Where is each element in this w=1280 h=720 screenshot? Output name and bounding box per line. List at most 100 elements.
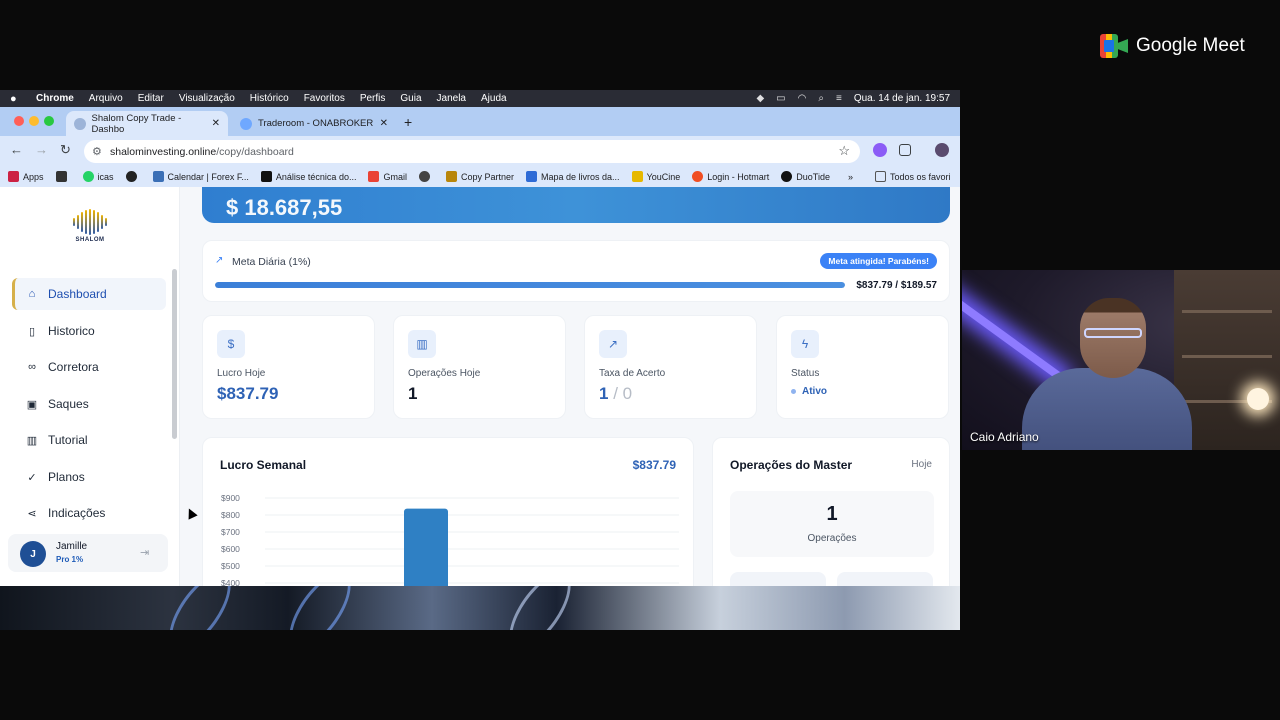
bookmark-duotide[interactable]: DuoTide <box>781 171 830 182</box>
link-icon: ∞ <box>28 361 36 373</box>
bookmark-star-icon[interactable]: ☆ <box>838 143 850 159</box>
shalom-logo[interactable]: SHALOM <box>68 209 112 249</box>
clipboard-icon: ▯ <box>28 325 36 338</box>
participant-video-tile[interactable]: Caio Adriano <box>962 270 1280 450</box>
bookmark-gear[interactable] <box>418 171 434 182</box>
browser-toolbar: ← → ↻ ⚙ shalominvesting.online/copy/dash… <box>0 136 960 166</box>
hotmart-icon <box>692 171 704 182</box>
globe-icon <box>125 171 137 182</box>
profile-avatar-icon[interactable] <box>935 143 949 157</box>
bookmark-hotmart[interactable]: Login - Hotmart <box>692 171 769 182</box>
stat-label: Operações Hoje <box>408 368 481 379</box>
user-name: Jamille <box>56 541 88 552</box>
menu-bar-datetime[interactable]: Qua. 14 de jan. 19:57 <box>854 93 950 104</box>
menu-guia[interactable]: Guia <box>400 93 421 104</box>
bookmark-copy-partner[interactable]: Copy Partner <box>445 171 514 182</box>
menu-visualizacao[interactable]: Visualização <box>179 93 235 104</box>
extensions-puzzle-icon[interactable] <box>899 144 911 156</box>
bookmark-icas[interactable]: icas <box>82 171 114 182</box>
battery-icon[interactable]: ▭ <box>776 93 785 104</box>
bookmark-gmail[interactable]: Gmail <box>368 171 407 182</box>
status-dot <box>791 389 796 394</box>
menu-historico[interactable]: Histórico <box>250 93 289 104</box>
sidebar-item-label: Planos <box>48 470 85 484</box>
address-bar[interactable]: ⚙ shalominvesting.online/copy/dashboard … <box>84 140 860 163</box>
sidebar-item-indicacoes[interactable]: ⋖ Indicações <box>12 497 166 529</box>
stat-card-taxa-acerto: ↗ Taxa de Acerto 1 / 0 <box>584 315 757 419</box>
bookmark-mapa-livros[interactable]: Mapa de livros da... <box>526 171 620 182</box>
sidebar-item-historico[interactable]: ▯ Historico <box>12 315 166 347</box>
reload-icon[interactable]: ↻ <box>60 142 71 158</box>
menu-chrome[interactable]: Chrome <box>36 93 74 104</box>
sidebar-item-dashboard[interactable]: ⌂ Dashboard <box>12 278 166 310</box>
master-losses-box <box>837 572 933 586</box>
sidebar-item-label: Dashboard <box>48 287 107 301</box>
weekly-profit-total: $837.79 <box>632 458 676 472</box>
screen: Google Meet Caio Adriano ● Chrome Arquiv… <box>0 0 1280 720</box>
close-tab-icon[interactable]: ✕ <box>212 118 220 129</box>
extension-tray-icon[interactable]: ◆ <box>756 93 764 104</box>
tab-traderoom[interactable]: Traderoom - ONABROKER ✕ <box>232 111 396 136</box>
chart-y-tick-label: $500 <box>221 561 240 571</box>
bookmark-calendar-forex[interactable]: Calendar | Forex F... <box>152 171 249 182</box>
goal-reached-badge: Meta atingida! Parabéns! <box>820 253 937 269</box>
tab-title: Shalom Copy Trade - Dashbo <box>91 112 182 135</box>
master-period-filter[interactable]: Hoje <box>911 459 932 470</box>
control-center-icon[interactable]: ≡ <box>836 93 842 104</box>
new-tab-icon[interactable]: + <box>404 114 412 130</box>
bookmark-grid[interactable] <box>55 171 71 182</box>
menu-perfis[interactable]: Perfis <box>360 93 386 104</box>
status-indicator: Ativo <box>791 386 827 397</box>
menu-favoritos[interactable]: Favoritos <box>304 93 345 104</box>
weekly-profit-chart: $900 $800 $700 $600 $500 $400 <box>221 493 679 586</box>
bookmark-analise-tecnica[interactable]: Análise técnica do... <box>260 171 356 182</box>
user-plan: Pro 1% <box>56 555 84 564</box>
weekly-profit-title: Lucro Semanal <box>220 458 307 472</box>
sidebar-item-saques[interactable]: ▣ Saques <box>12 388 166 420</box>
logout-icon[interactable]: ⇥ <box>140 546 149 559</box>
sidebar-scrollbar[interactable] <box>172 269 177 439</box>
sidebar-item-label: Saques <box>48 397 89 411</box>
menu-arquivo[interactable]: Arquivo <box>89 93 123 104</box>
daily-goal-card: ↗ Meta Diária (1%) Meta atingida! Parabé… <box>202 240 950 302</box>
menu-editar[interactable]: Editar <box>138 93 164 104</box>
tab-shalom-dashboard[interactable]: Shalom Copy Trade - Dashbo ✕ <box>66 111 228 136</box>
balance-card: $ 18.687,55 <box>202 187 950 223</box>
bookmarks-bar: Apps icas Calendar | Forex F... Análise … <box>0 166 960 187</box>
losses-count: 0 <box>622 384 633 403</box>
apps-grid-icon <box>8 171 19 182</box>
menu-ajuda[interactable]: Ajuda <box>481 93 507 104</box>
chart-y-tick-label: $900 <box>221 493 240 503</box>
whatsapp-icon <box>82 171 94 182</box>
browser-chrome: Shalom Copy Trade - Dashbo ✕ Traderoom -… <box>0 107 960 187</box>
web-page: SHALOM ⌂ Dashboard ▯ Historico ∞ Corretora … <box>0 187 960 586</box>
sidebar-item-corretora[interactable]: ∞ Corretora <box>12 351 166 383</box>
user-card[interactable]: J Jamille Pro 1% ⇥ <box>8 534 168 572</box>
chart-bar[interactable] <box>404 508 448 586</box>
close-tab-icon[interactable]: ✕ <box>380 118 388 129</box>
zoom-window-button[interactable] <box>44 116 54 126</box>
apple-menu-icon[interactable]: ● <box>10 93 24 105</box>
wifi-icon[interactable]: ◠ <box>798 93 807 104</box>
calendar-icon <box>152 171 164 182</box>
stat-value: $837.79 <box>217 384 279 403</box>
url-path: /copy/dashboard <box>216 145 294 158</box>
forward-arrow-icon[interactable]: → <box>35 142 48 157</box>
back-arrow-icon[interactable]: ← <box>10 142 23 157</box>
minimize-window-button[interactable] <box>29 116 39 126</box>
site-settings-icon[interactable]: ⚙ <box>92 145 102 158</box>
bookmark-all-favorites[interactable]: Todos os favori <box>875 171 951 182</box>
bookmark-youcine[interactable]: YouCine <box>631 171 680 182</box>
menu-janela[interactable]: Janela <box>437 93 466 104</box>
bookmark-globe[interactable] <box>125 171 141 182</box>
spotlight-search-icon[interactable]: ⌕ <box>818 93 824 104</box>
more-bookmarks-chevron[interactable]: » <box>848 172 853 182</box>
sidebar-item-tutorial[interactable]: ▥ Tutorial <box>12 424 166 456</box>
avatar: J <box>20 541 46 567</box>
stat-label: Lucro Hoje <box>217 368 266 379</box>
extension-icon[interactable] <box>873 143 887 157</box>
sidebar-item-planos[interactable]: ✓ Planos <box>12 461 166 493</box>
close-window-button[interactable] <box>14 116 24 126</box>
master-operations-card: Operações do Master Hoje 1 Operações <box>712 437 950 586</box>
bookmark-apps[interactable]: Apps <box>8 171 44 182</box>
